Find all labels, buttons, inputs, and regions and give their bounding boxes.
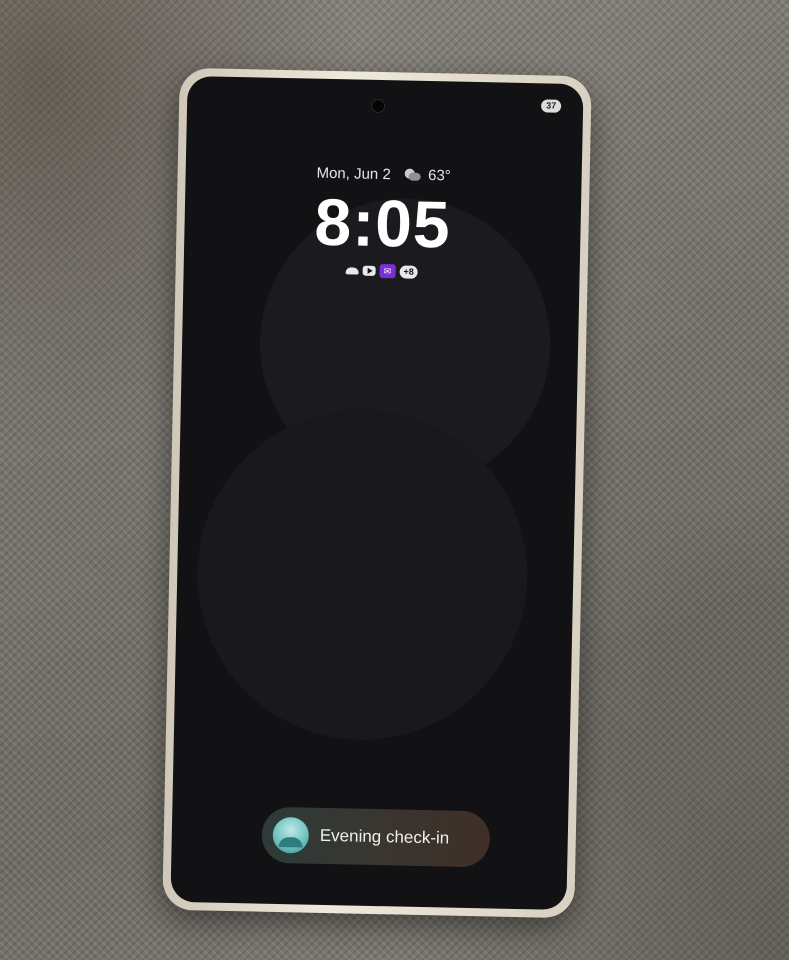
evening-checkin-chip[interactable]: Evening check-in xyxy=(261,806,491,868)
date-label: Mon, Jun 2 xyxy=(316,164,391,184)
checkin-label: Evening check-in xyxy=(319,825,450,848)
cloud-icon xyxy=(345,266,359,275)
youtube-icon xyxy=(362,265,376,276)
partly-cloudy-night-icon xyxy=(404,168,421,181)
purple-app-icon: ✉ xyxy=(379,264,396,279)
phone-device: 37 Mon, Jun 2 63° 8:05 ✉ +8 Evening chec… xyxy=(162,67,592,919)
lock-clock: 8:05 xyxy=(313,184,452,262)
front-camera xyxy=(370,98,386,114)
temperature-label: 63° xyxy=(427,167,451,185)
sunset-icon xyxy=(272,816,310,854)
lock-screen[interactable]: 37 Mon, Jun 2 63° 8:05 ✉ +8 Evening chec… xyxy=(170,75,584,911)
more-notifications-icon: +8 xyxy=(399,264,418,279)
battery-indicator: 37 xyxy=(541,99,562,113)
